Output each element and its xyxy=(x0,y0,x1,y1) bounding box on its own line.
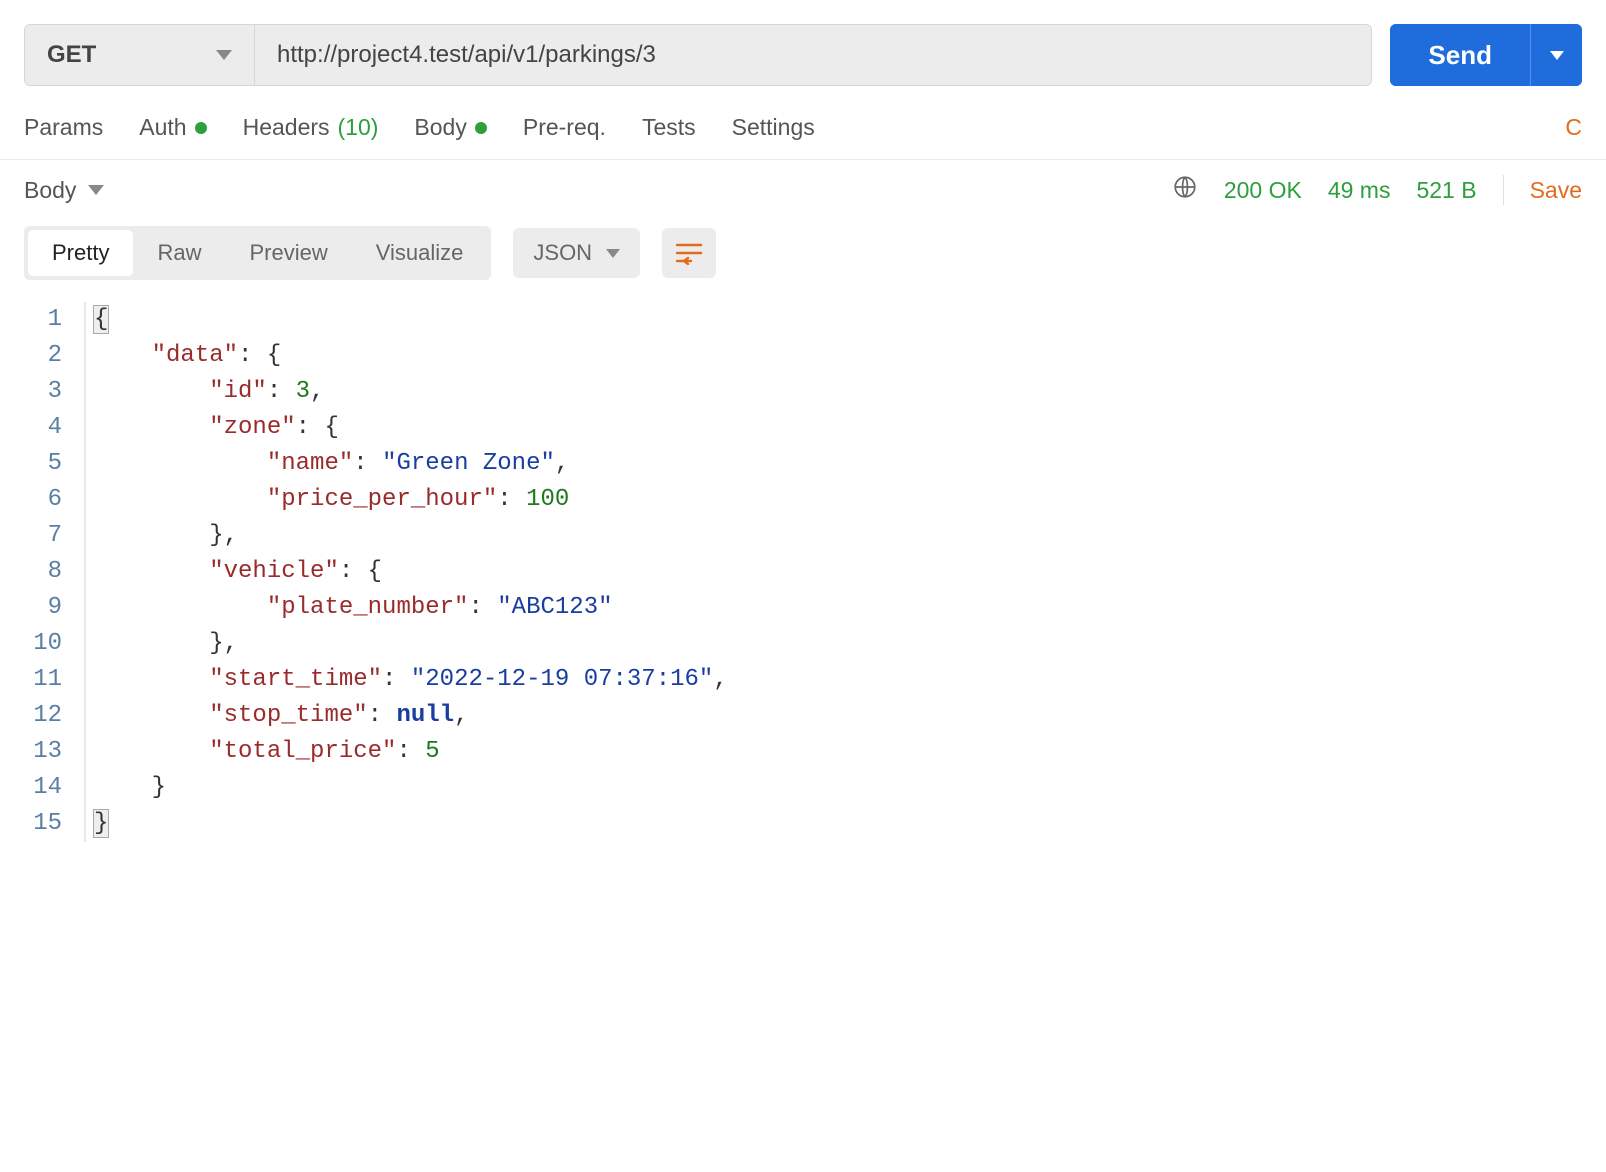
response-size: 521 B xyxy=(1416,177,1476,204)
tab-label: Params xyxy=(24,114,103,141)
tab-auth[interactable]: Auth xyxy=(139,114,206,141)
tab-params[interactable]: Params xyxy=(24,114,103,141)
view-visualize-button[interactable]: Visualize xyxy=(352,230,488,276)
code-content: { "data": { "id": 3, "zone": { "name": "… xyxy=(84,302,728,842)
response-stats: 200 OK 49 ms 521 B Save xyxy=(1172,174,1582,206)
http-method-value: GET xyxy=(47,41,96,69)
response-time: 49 ms xyxy=(1328,177,1391,204)
send-options-button[interactable] xyxy=(1530,24,1582,86)
send-button-group: Send xyxy=(1390,24,1582,86)
response-view-controls: Pretty Raw Preview Visualize JSON xyxy=(0,220,1606,300)
response-meta-bar: Body 200 OK 49 ms 521 B Save xyxy=(0,160,1606,220)
chevron-down-icon xyxy=(606,249,620,258)
tab-label: Tests xyxy=(642,114,696,141)
tab-label: Pre-req. xyxy=(523,114,606,141)
format-select[interactable]: JSON xyxy=(513,228,640,278)
view-pretty-button[interactable]: Pretty xyxy=(28,230,133,276)
tab-label: Body xyxy=(414,114,466,141)
tab-label: Settings xyxy=(732,114,815,141)
tab-settings[interactable]: Settings xyxy=(732,114,815,141)
chevron-down-icon xyxy=(88,185,104,195)
http-method-select[interactable]: GET xyxy=(25,25,255,85)
response-section-label: Body xyxy=(24,177,76,204)
response-section-select[interactable]: Body xyxy=(24,177,104,204)
tab-label: Headers xyxy=(243,114,330,141)
divider xyxy=(1503,175,1504,205)
request-tabs: Params Auth Headers (10) Body Pre-req. T… xyxy=(0,100,1606,160)
send-button[interactable]: Send xyxy=(1390,24,1530,86)
status-dot-icon xyxy=(195,122,207,134)
view-raw-button[interactable]: Raw xyxy=(133,230,225,276)
line-number-gutter: 123456789101112131415 xyxy=(24,302,84,842)
headers-count: (10) xyxy=(338,114,379,141)
view-mode-segment: Pretty Raw Preview Visualize xyxy=(24,226,491,280)
status-dot-icon xyxy=(475,122,487,134)
chevron-down-icon xyxy=(216,50,232,60)
method-url-group: GET xyxy=(24,24,1372,86)
globe-icon[interactable] xyxy=(1172,174,1198,206)
tab-tests[interactable]: Tests xyxy=(642,114,696,141)
save-response-button[interactable]: Save xyxy=(1530,177,1582,204)
tab-headers[interactable]: Headers (10) xyxy=(243,114,379,141)
request-bar: GET Send xyxy=(0,0,1606,100)
wrap-lines-button[interactable] xyxy=(662,228,716,278)
status-code: 200 OK xyxy=(1224,177,1302,204)
cookies-label: C xyxy=(1565,114,1582,140)
url-input[interactable] xyxy=(255,25,1371,85)
format-value: JSON xyxy=(533,240,592,266)
tab-body[interactable]: Body xyxy=(414,114,486,141)
tab-prerequest[interactable]: Pre-req. xyxy=(523,114,606,141)
view-preview-button[interactable]: Preview xyxy=(225,230,351,276)
cookies-link[interactable]: C xyxy=(1565,114,1582,141)
chevron-down-icon xyxy=(1550,51,1564,60)
response-body-editor[interactable]: 123456789101112131415 { "data": { "id": … xyxy=(0,300,1606,882)
tab-label: Auth xyxy=(139,114,186,141)
